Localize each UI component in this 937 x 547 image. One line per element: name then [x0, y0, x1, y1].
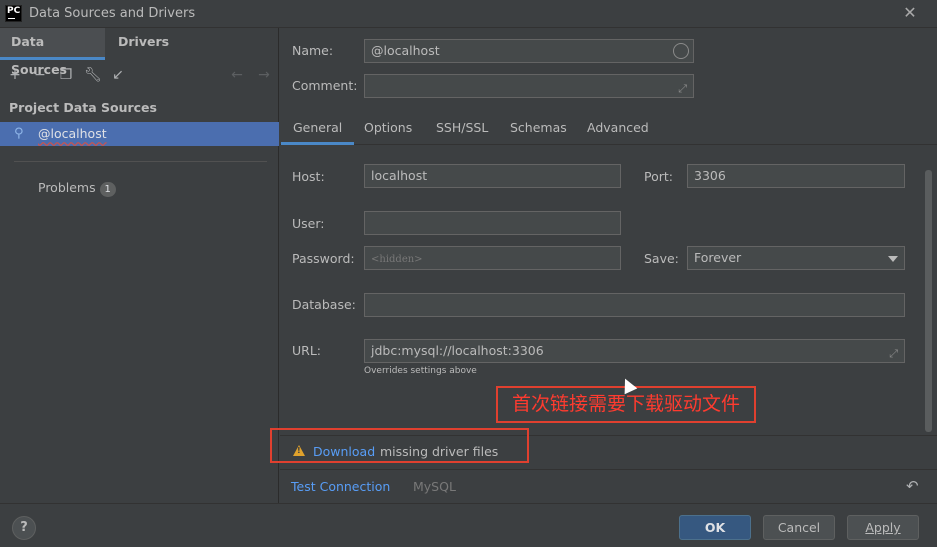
- driver-link[interactable]: MySQL: [413, 479, 456, 494]
- user-label: User:: [292, 216, 325, 231]
- data-source-item-localhost[interactable]: ⚲ @localhost: [0, 122, 279, 146]
- tab-general[interactable]: General: [281, 114, 355, 145]
- ok-button[interactable]: OK: [679, 515, 751, 540]
- user-field[interactable]: [364, 211, 621, 235]
- url-hint: Overrides settings above: [364, 366, 477, 376]
- name-label: Name:: [292, 43, 334, 58]
- download-link[interactable]: Download: [313, 444, 375, 459]
- save-label: Save:: [644, 251, 679, 266]
- chevron-down-icon: [888, 256, 898, 262]
- tab-drivers[interactable]: Drivers: [107, 28, 180, 60]
- save-value: Forever: [694, 250, 742, 265]
- password-placeholder: <hidden>: [371, 254, 423, 265]
- warning-icon: [293, 445, 305, 456]
- vertical-scrollbar[interactable]: [925, 170, 932, 432]
- expand-icon[interactable]: ⤢: [889, 343, 898, 365]
- problems-label: Problems: [38, 180, 96, 195]
- title-bar: PC Data Sources and Drivers ✕: [0, 0, 937, 28]
- add-icon[interactable]: +: [7, 67, 23, 83]
- database-connection-icon: ⚲: [14, 126, 24, 141]
- tab-data-sources[interactable]: Data Sources: [0, 28, 105, 77]
- port-label: Port:: [644, 169, 673, 184]
- save-dropdown[interactable]: Forever: [687, 246, 905, 270]
- comment-field[interactable]: ⤢: [364, 74, 694, 98]
- divider: [14, 161, 267, 162]
- tab-schemas[interactable]: Schemas: [498, 114, 579, 145]
- problems-count-badge: 1: [99, 182, 116, 197]
- settings-tabs: General Options SSH/SSL Schemas Advanced: [280, 114, 937, 145]
- host-label: Host:: [292, 169, 325, 184]
- url-field[interactable]: jdbc:mysql://localhost:3306 ⤢: [364, 339, 905, 363]
- back-arrow-icon[interactable]: ←: [229, 67, 245, 83]
- test-connection-link[interactable]: Test Connection: [291, 479, 390, 494]
- comment-label: Comment:: [292, 78, 358, 93]
- name-field[interactable]: @localhost: [364, 39, 694, 63]
- revert-icon[interactable]: ↶: [906, 477, 919, 495]
- section-title-project-data-sources: Project Data Sources: [9, 100, 157, 115]
- data-source-label: @localhost: [38, 126, 107, 141]
- url-label: URL:: [292, 343, 322, 358]
- password-label: Password:: [292, 251, 355, 266]
- tab-advanced[interactable]: Advanced: [575, 114, 661, 145]
- host-field[interactable]: localhost: [364, 164, 621, 188]
- window-title: Data Sources and Drivers: [29, 6, 196, 21]
- import-icon[interactable]: ↙: [110, 67, 126, 83]
- tab-options[interactable]: Options: [352, 114, 424, 145]
- port-value: 3306: [694, 168, 726, 183]
- color-circle-icon[interactable]: [673, 43, 689, 59]
- expand-icon[interactable]: ⤢: [678, 78, 687, 100]
- url-value: jdbc:mysql://localhost:3306: [371, 343, 544, 358]
- password-field[interactable]: <hidden>: [364, 246, 621, 270]
- apply-button[interactable]: Apply: [847, 515, 919, 540]
- settings-wrench-icon[interactable]: 🔧︎: [84, 67, 102, 83]
- forward-arrow-icon[interactable]: →: [256, 67, 272, 83]
- database-label: Database:: [292, 297, 356, 312]
- pycharm-logo-icon: PC: [5, 5, 22, 22]
- port-field[interactable]: 3306: [687, 164, 905, 188]
- help-button[interactable]: ?: [12, 516, 36, 540]
- database-field[interactable]: [364, 293, 905, 317]
- warning-text: missing driver files: [380, 444, 499, 459]
- close-icon[interactable]: ✕: [900, 3, 920, 23]
- duplicate-icon[interactable]: ❐: [58, 67, 74, 83]
- name-value: @localhost: [371, 43, 440, 58]
- apply-button-label: Apply: [865, 520, 901, 535]
- tab-ssh-ssl[interactable]: SSH/SSL: [424, 114, 500, 145]
- cancel-button[interactable]: Cancel: [763, 515, 835, 540]
- host-value: localhost: [371, 168, 428, 183]
- remove-icon[interactable]: −: [32, 67, 48, 83]
- problems-item[interactable]: Problems 1: [38, 180, 116, 197]
- left-panel: Data Sources Drivers + − ❐ 🔧︎ ↙ ← → Proj…: [0, 28, 279, 503]
- left-toolbar: + − ❐ 🔧︎ ↙ ← →: [0, 62, 279, 88]
